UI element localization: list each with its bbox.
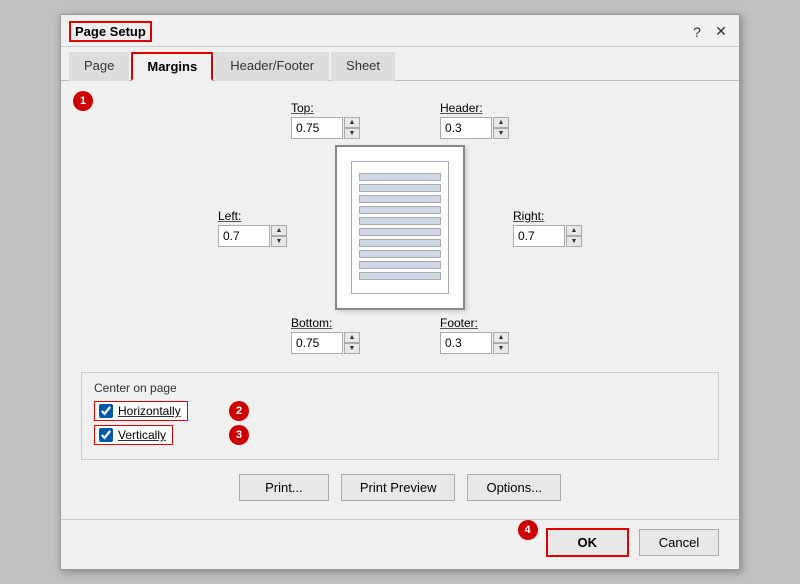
tab-header-footer[interactable]: Header/Footer [215, 52, 329, 81]
header-spinner-btns: ▲ ▼ [493, 117, 509, 139]
tab-margins[interactable]: Margins [131, 52, 213, 81]
bottom-spinner-btns: ▲ ▼ [344, 332, 360, 354]
left-spin-down[interactable]: ▼ [271, 236, 287, 247]
right-spinner: ▲ ▼ [513, 225, 582, 247]
right-label: Right: [513, 209, 544, 223]
badge-3: 3 [229, 425, 249, 445]
table-row [359, 173, 441, 181]
left-spin-up[interactable]: ▲ [271, 225, 287, 236]
horizontally-label: Horizontally [118, 404, 181, 418]
horizontally-checkbox[interactable] [99, 404, 113, 418]
header-spinner: ▲ ▼ [440, 117, 509, 139]
print-button[interactable]: Print... [239, 474, 329, 501]
bottom-margin-field: Bottom: ▲ ▼ [291, 316, 360, 354]
page-table-area [359, 173, 441, 282]
footer-spinner-btns: ▲ ▼ [493, 332, 509, 354]
table-row [359, 195, 441, 203]
close-button[interactable]: ✕ [711, 22, 731, 42]
header-spin-down[interactable]: ▼ [493, 128, 509, 139]
table-row [359, 239, 441, 247]
left-margin-field: Left: ▲ ▼ [218, 209, 287, 247]
header-label: Header: [440, 101, 483, 115]
right-spinner-btns: ▲ ▼ [566, 225, 582, 247]
top-input[interactable] [291, 117, 343, 139]
footer-input[interactable] [440, 332, 492, 354]
ok-wrapper: 4 OK [546, 528, 630, 557]
tabs-bar: Page Margins Header/Footer Sheet [61, 47, 739, 81]
badge-2: 2 [229, 401, 249, 421]
footer-row: 4 OK Cancel [61, 519, 739, 569]
center-on-page-label: Center on page [94, 381, 706, 395]
header-margin-field: Header: ▲ ▼ [440, 101, 509, 139]
footer-spinner: ▲ ▼ [440, 332, 509, 354]
top-spin-down[interactable]: ▼ [344, 128, 360, 139]
dialog-title: Page Setup [69, 21, 152, 42]
right-input[interactable] [513, 225, 565, 247]
right-spin-down[interactable]: ▼ [566, 236, 582, 247]
bottom-label: Bottom: [291, 316, 332, 330]
left-spinner-btns: ▲ ▼ [271, 225, 287, 247]
tab-page[interactable]: Page [69, 52, 129, 81]
table-row [359, 206, 441, 214]
page-setup-dialog: Page Setup ? ✕ Page Margins Header/Foote… [60, 14, 740, 570]
top-label: Top: [291, 101, 314, 115]
table-row [359, 250, 441, 258]
left-spinner: ▲ ▼ [218, 225, 287, 247]
bottom-row: Bottom: ▲ ▼ Footer: ▲ [81, 316, 719, 354]
left-input[interactable] [218, 225, 270, 247]
print-preview-button[interactable]: Print Preview [341, 474, 456, 501]
title-bar: Page Setup ? ✕ [61, 15, 739, 47]
badge-4: 4 [518, 520, 538, 540]
bottom-spinner: ▲ ▼ [291, 332, 360, 354]
middle-row: Left: ▲ ▼ [81, 145, 719, 310]
center-on-page-section: Center on page Horizontally 2 Vertically… [81, 372, 719, 460]
footer-label: Footer: [440, 316, 478, 330]
right-margin-field: Right: ▲ ▼ [513, 209, 582, 247]
top-row: Top: ▲ ▼ Header: ▲ [81, 101, 719, 139]
table-row [359, 184, 441, 192]
bottom-spin-up[interactable]: ▲ [344, 332, 360, 343]
bottom-input[interactable] [291, 332, 343, 354]
bottom-spin-down[interactable]: ▼ [344, 343, 360, 354]
margins-layout: Top: ▲ ▼ Header: ▲ [81, 93, 719, 358]
help-button[interactable]: ? [687, 22, 707, 42]
vertically-checkbox[interactable] [99, 428, 113, 442]
table-row [359, 217, 441, 225]
vertically-checkbox-group[interactable]: Vertically [94, 425, 173, 445]
top-spinner: ▲ ▼ [291, 117, 360, 139]
header-spin-up[interactable]: ▲ [493, 117, 509, 128]
ok-button[interactable]: OK [546, 528, 630, 557]
footer-spin-up[interactable]: ▲ [493, 332, 509, 343]
table-row [359, 261, 441, 269]
tab-sheet[interactable]: Sheet [331, 52, 395, 81]
vertically-row: Vertically 3 [94, 425, 706, 445]
badge-1: 1 [73, 91, 93, 111]
top-margin-field: Top: ▲ ▼ [291, 101, 360, 139]
cancel-button[interactable]: Cancel [639, 529, 719, 556]
horizontally-row: Horizontally 2 [94, 401, 706, 421]
left-label: Left: [218, 209, 241, 223]
top-spinner-btns: ▲ ▼ [344, 117, 360, 139]
top-spin-up[interactable]: ▲ [344, 117, 360, 128]
right-spin-up[interactable]: ▲ [566, 225, 582, 236]
page-preview [335, 145, 465, 310]
tab-content: 1 Top: ▲ ▼ Header: [61, 81, 739, 511]
table-row [359, 228, 441, 236]
header-input[interactable] [440, 117, 492, 139]
footer-margin-field: Footer: ▲ ▼ [440, 316, 509, 354]
title-bar-controls: ? ✕ [687, 22, 731, 42]
options-button[interactable]: Options... [467, 474, 561, 501]
vertically-label: Vertically [118, 428, 166, 442]
footer-spin-down[interactable]: ▼ [493, 343, 509, 354]
action-buttons: Print... Print Preview Options... [81, 474, 719, 501]
horizontally-checkbox-group[interactable]: Horizontally [94, 401, 188, 421]
table-row [359, 272, 441, 280]
